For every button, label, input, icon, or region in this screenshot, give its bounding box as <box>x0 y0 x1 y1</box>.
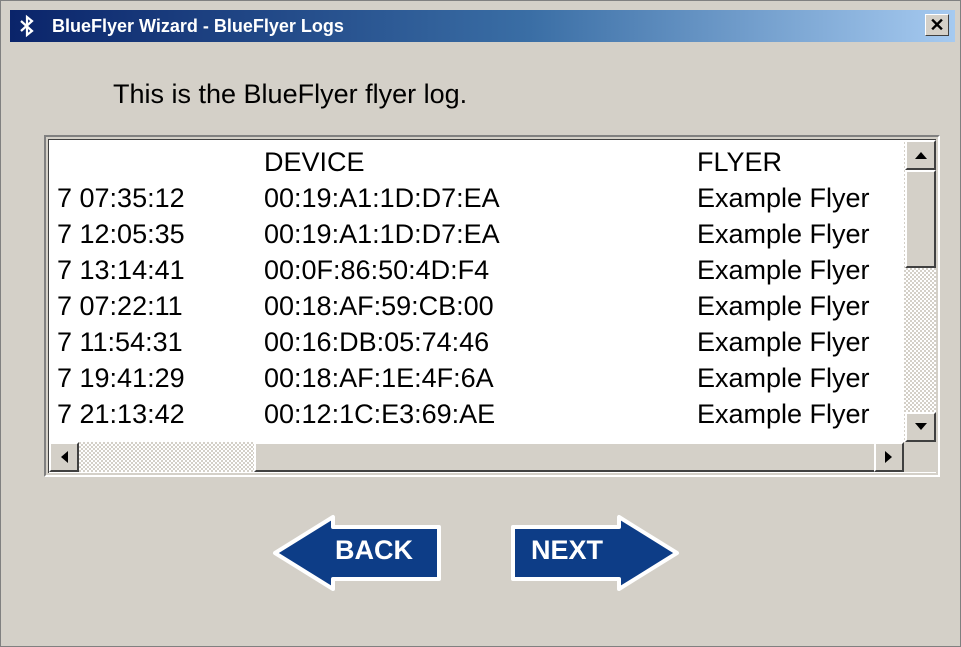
arrow-right-icon <box>885 451 892 463</box>
scroll-right-button[interactable] <box>874 442 904 472</box>
log-flyer: Example Flyer <box>697 363 870 393</box>
back-button[interactable]: BACK <box>271 511 443 595</box>
scroll-down-button[interactable] <box>905 412 936 442</box>
log-time: 7 19:41:29 <box>57 363 185 393</box>
back-button-label: BACK <box>335 535 413 565</box>
close-button[interactable]: ✕ <box>925 14 949 36</box>
log-time: 7 12:05:35 <box>57 219 185 249</box>
log-time: 7 07:22:11 <box>57 291 183 321</box>
log-flyer: Example Flyer <box>697 291 870 321</box>
horizontal-scroll-thumb[interactable] <box>254 442 876 472</box>
log-flyer: Example Flyer <box>697 183 870 213</box>
log-device: 00:19:A1:1D:D7:EA <box>264 219 500 249</box>
scroll-left-button[interactable] <box>49 442 79 472</box>
log-device: 00:18:AF:59:CB:00 <box>264 291 494 321</box>
next-button-label: NEXT <box>531 535 604 565</box>
log-list-viewport: DEVICE FLYER 7 07:35:12 00:19:A1:1D:D7:E… <box>49 140 904 442</box>
header-flyer: FLYER <box>697 147 783 177</box>
vertical-scroll-thumb[interactable] <box>905 170 936 268</box>
log-flyer: Example Flyer <box>697 399 870 429</box>
log-device: 00:19:A1:1D:D7:EA <box>264 183 500 213</box>
log-device: 00:0F:86:50:4D:F4 <box>264 255 490 285</box>
arrow-down-icon <box>914 423 927 430</box>
arrow-up-icon <box>914 152 927 159</box>
log-listbox[interactable]: DEVICE FLYER 7 07:35:12 00:19:A1:1D:D7:E… <box>44 135 940 477</box>
close-icon: ✕ <box>929 15 945 35</box>
log-time: 7 11:54:31 <box>57 327 183 357</box>
log-time: 7 21:13:42 <box>57 399 185 429</box>
log-device: 00:16:DB:05:74:46 <box>264 327 490 357</box>
log-time: 7 13:14:41 <box>57 255 185 285</box>
log-flyer: Example Flyer <box>697 219 870 249</box>
wizard-window: BlueFlyer Wizard - BlueFlyer Logs ✕ This… <box>0 0 961 647</box>
title-bar[interactable]: BlueFlyer Wizard - BlueFlyer Logs ✕ <box>10 10 955 42</box>
window-title: BlueFlyer Wizard - BlueFlyer Logs <box>52 16 344 36</box>
log-time: 7 07:35:12 <box>57 183 185 213</box>
log-flyer: Example Flyer <box>697 255 870 285</box>
vertical-scrollbar[interactable] <box>904 140 936 442</box>
scroll-up-button[interactable] <box>905 140 936 170</box>
bluetooth-icon <box>16 14 38 38</box>
header-device: DEVICE <box>264 147 365 177</box>
arrow-left-icon <box>61 451 68 463</box>
log-device: 00:18:AF:1E:4F:6A <box>264 363 494 393</box>
log-device: 00:12:1C:E3:69:AE <box>264 399 496 429</box>
log-flyer: Example Flyer <box>697 327 870 357</box>
horizontal-scrollbar[interactable] <box>49 442 904 472</box>
intro-text: This is the BlueFlyer flyer log. <box>113 79 468 109</box>
scrollbar-corner <box>904 442 936 472</box>
next-button[interactable]: NEXT <box>509 511 681 595</box>
